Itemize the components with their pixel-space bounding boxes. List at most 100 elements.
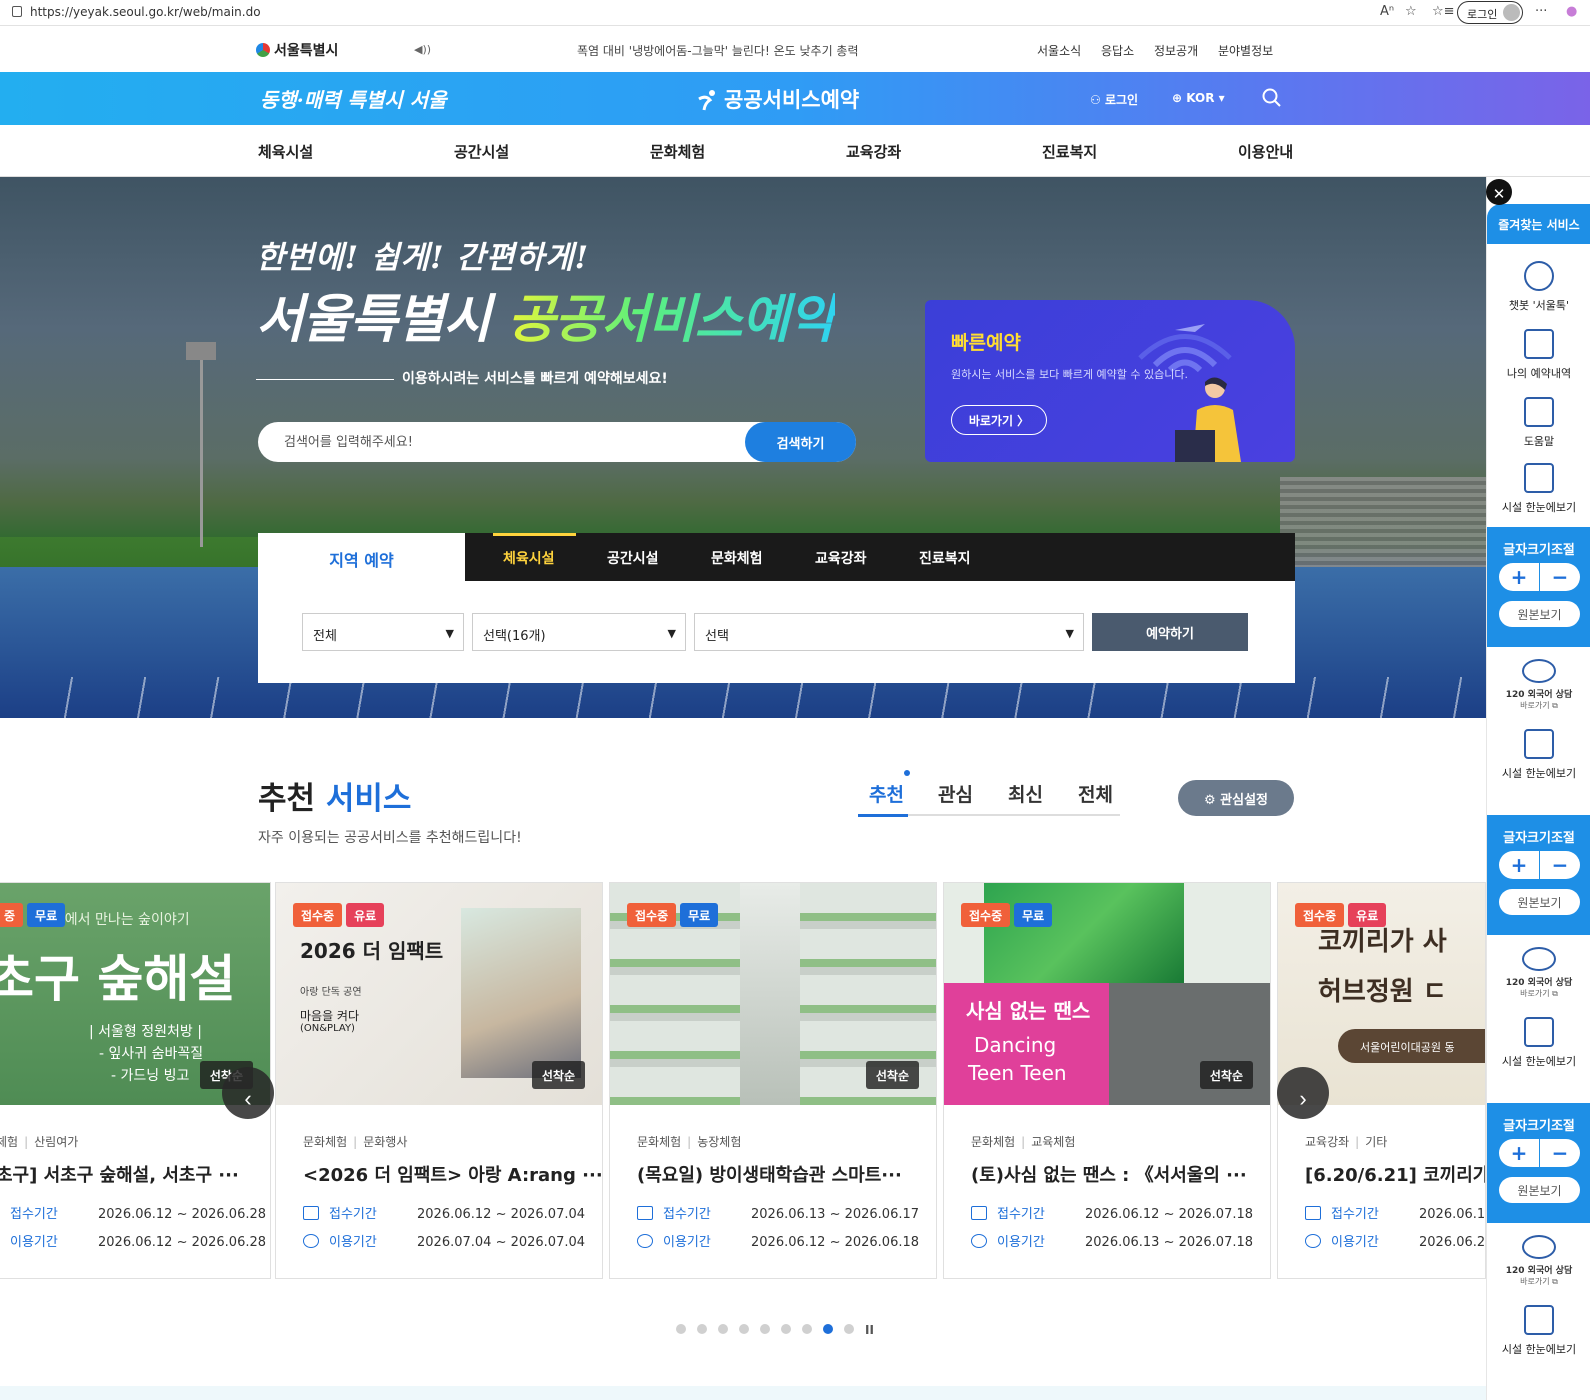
carousel-dot[interactable] bbox=[823, 1324, 833, 1334]
speaker-icon[interactable]: ◀)) bbox=[414, 43, 431, 56]
font-size-title: 글자크기조절 bbox=[1503, 543, 1575, 558]
area-select[interactable]: 전체 ▼ bbox=[302, 613, 464, 651]
interest-settings-button[interactable]: ⚙ 관심설정 bbox=[1178, 780, 1294, 816]
address-bar[interactable]: https://yeyak.seoul.go.kr/web/main.do bbox=[30, 5, 261, 19]
nav-sports[interactable]: 체육시설 bbox=[258, 141, 313, 162]
carousel-dot[interactable] bbox=[760, 1324, 770, 1334]
font-decrease-button[interactable]: − bbox=[1540, 851, 1580, 879]
card-title[interactable]: (목요일) 방이생태학습관 스마트··· bbox=[637, 1161, 902, 1187]
nav-space[interactable]: 공간시설 bbox=[454, 141, 509, 162]
gov-link-response[interactable]: 응답소 bbox=[1101, 44, 1134, 58]
carousel-dot[interactable] bbox=[718, 1324, 728, 1334]
foreign-language-link[interactable]: 120 외국어 상담 바로가기 ⧉ bbox=[1487, 947, 1590, 999]
card-title[interactable]: 초구] 서초구 숲해설, 서초구 ··· bbox=[0, 1161, 239, 1187]
foreign-language-link[interactable]: 120 외국어 상담 바로가기 ⧉ bbox=[1487, 1235, 1590, 1287]
quick-reservation-card[interactable]: 빠른예약 원하시는 서비스를 보다 빠르게 예약할 수 있습니다. 바로가기 〉 bbox=[925, 300, 1295, 462]
service-card[interactable]: 접수중 무료 선착순 문화체험 | 농장체험 (목요일) 방이생태학습관 스마트···… bbox=[609, 882, 937, 1279]
carousel-dot[interactable] bbox=[844, 1324, 854, 1334]
help-link[interactable]: 도움말 bbox=[1487, 397, 1590, 449]
pause-icon[interactable]: II bbox=[865, 1323, 874, 1337]
service-card[interactable]: 2026 더 임팩트 아랑 단독 공연 마음을 켜다 (ON&PLAY) 접수중… bbox=[275, 882, 603, 1279]
tab-interest[interactable]: 관심 bbox=[938, 780, 973, 807]
regional-tab-medical[interactable]: 진료복지 bbox=[919, 548, 971, 568]
nav-guide[interactable]: 이용안내 bbox=[1238, 141, 1293, 162]
clock-icon bbox=[303, 1234, 319, 1248]
language-select[interactable]: ⊕ KOR ▾ bbox=[1172, 91, 1225, 105]
carousel-dot[interactable] bbox=[697, 1324, 707, 1334]
tab-all[interactable]: 전체 bbox=[1078, 780, 1113, 807]
font-reset-button[interactable]: 원본보기 bbox=[1499, 601, 1580, 627]
seoul-logo[interactable]: 서울특별시 bbox=[256, 40, 338, 60]
header-login-link[interactable]: ⚇ 로그인 bbox=[1090, 91, 1138, 108]
regional-tab-education[interactable]: 교육강좌 bbox=[815, 548, 867, 568]
gov-bar: 서울특별시 ◀)) 폭염 대비 '냉방에어돔-그늘막' 늘린다! 온도 낮추기 … bbox=[0, 27, 1590, 72]
carousel-dot[interactable] bbox=[676, 1324, 686, 1334]
gov-link-fields[interactable]: 분야별정보 bbox=[1218, 44, 1273, 58]
prev-slide-button[interactable]: ‹ bbox=[222, 1067, 274, 1119]
carousel-dot[interactable] bbox=[781, 1324, 791, 1334]
foreign-language-link[interactable]: 120 외국어 상담 바로가기 ⧉ bbox=[1487, 659, 1590, 711]
hero-subtitle: 이용하시려는 서비스를 빠르게 예약해보세요! bbox=[256, 368, 668, 388]
font-increase-button[interactable]: + bbox=[1499, 851, 1539, 879]
map-pin-icon bbox=[1524, 1305, 1554, 1335]
star-icon[interactable]: ☆ bbox=[1405, 4, 1417, 19]
carousel-dot[interactable] bbox=[802, 1324, 812, 1334]
read-aloud-icon[interactable]: Aⁿ bbox=[1380, 4, 1394, 19]
nav-education[interactable]: 교육강좌 bbox=[846, 141, 901, 162]
slogan-logo[interactable]: 동행·매력 특별시 서울 bbox=[260, 84, 447, 113]
font-size-title: 글자크기조절 bbox=[1503, 831, 1575, 846]
notice-ticker[interactable]: 폭염 대비 '냉방에어돔-그늘막' 늘린다! 온도 낮추기 총력 bbox=[577, 42, 859, 59]
carousel-dot[interactable] bbox=[739, 1324, 749, 1334]
card-title[interactable]: <2026 더 임팩트> 아랑 A:rang ··· bbox=[303, 1161, 602, 1187]
font-increase-button[interactable]: + bbox=[1499, 1139, 1539, 1167]
card-title[interactable]: [6.20/6.21] 코끼리가 사 bbox=[1305, 1161, 1485, 1187]
status-badge: 중 bbox=[0, 903, 24, 927]
hero-title-a: 서울특별시 bbox=[256, 290, 508, 350]
recommend-subtitle: 자주 이용되는 공공서비스를 추천해드립니다! bbox=[258, 830, 522, 846]
clock-icon bbox=[1305, 1234, 1321, 1248]
brand-logo[interactable]: 공공서비스예약 bbox=[696, 84, 859, 114]
map-pin-icon bbox=[1524, 729, 1554, 759]
quick-go-button[interactable]: 바로가기 〉 bbox=[951, 405, 1047, 435]
copilot-icon[interactable]: ● bbox=[1566, 4, 1577, 19]
search-input[interactable] bbox=[258, 422, 738, 462]
type-select[interactable]: 선택(16개) ▼ bbox=[472, 613, 686, 651]
font-increase-button[interactable]: + bbox=[1499, 563, 1539, 591]
font-reset-button[interactable]: 원본보기 bbox=[1499, 1177, 1580, 1203]
nav-culture[interactable]: 문화체험 bbox=[650, 141, 705, 162]
card-title[interactable]: (토)사심 없는 땐스 : 《서서울의 ··· bbox=[971, 1161, 1247, 1187]
period-label: 이용기간 bbox=[663, 1235, 711, 1250]
help-label: 도움말 bbox=[1523, 435, 1555, 448]
facility-select[interactable]: 선택 ▼ bbox=[694, 613, 1084, 651]
regional-tab-culture[interactable]: 문화체험 bbox=[711, 548, 763, 568]
reserve-button[interactable]: 예약하기 bbox=[1092, 613, 1248, 651]
my-reservations-link[interactable]: 나의 예약내역 bbox=[1487, 329, 1590, 381]
card-category-2: 문화행사 bbox=[363, 1135, 408, 1149]
font-decrease-button[interactable]: − bbox=[1540, 563, 1580, 591]
facility-overview-link[interactable]: 시설 한눈에보기 bbox=[1487, 729, 1590, 781]
regional-tab-sports[interactable]: 체육시설 bbox=[503, 548, 555, 568]
foreign-language-label: 120 외국어 상담 bbox=[1505, 978, 1573, 988]
font-reset-button[interactable]: 원본보기 bbox=[1499, 889, 1580, 915]
service-card[interactable]: 사심 없는 땐스 Dancing Teen Teen 접수중 무료 선착순 문화체… bbox=[943, 882, 1271, 1279]
tab-recommend[interactable]: 추천 bbox=[869, 780, 904, 807]
search-button[interactable]: 검색하기 bbox=[745, 422, 856, 462]
foreign-language-go: 바로가기 ⧉ bbox=[1520, 701, 1558, 710]
next-slide-button[interactable]: › bbox=[1277, 1067, 1329, 1119]
font-decrease-button[interactable]: − bbox=[1540, 1139, 1580, 1167]
favorites-icon[interactable]: ☆≡ bbox=[1432, 4, 1455, 19]
facility-overview-link[interactable]: 시설 한눈에보기 bbox=[1487, 1305, 1590, 1357]
nav-medical[interactable]: 진료복지 bbox=[1042, 141, 1097, 162]
more-icon[interactable]: ··· bbox=[1535, 4, 1547, 19]
chatbot-link[interactable]: 챗봇 '서울톡' bbox=[1487, 261, 1590, 313]
close-icon[interactable]: ✕ bbox=[1486, 179, 1512, 205]
gov-link-info[interactable]: 정보공개 bbox=[1154, 44, 1198, 58]
search-icon[interactable] bbox=[1262, 88, 1282, 108]
facility-overview-link[interactable]: 시설 한눈에보기 bbox=[1487, 1017, 1590, 1069]
facility-overview-link[interactable]: 시설 한눈에보기 bbox=[1487, 463, 1590, 515]
browser-profile-button[interactable]: 로그인 bbox=[1457, 1, 1523, 24]
tab-latest[interactable]: 최신 bbox=[1008, 780, 1043, 807]
regional-tab-space[interactable]: 공간시설 bbox=[607, 548, 659, 568]
brand-text: 공공서비스예약 bbox=[724, 88, 860, 112]
gov-link-news[interactable]: 서울소식 bbox=[1037, 44, 1081, 58]
